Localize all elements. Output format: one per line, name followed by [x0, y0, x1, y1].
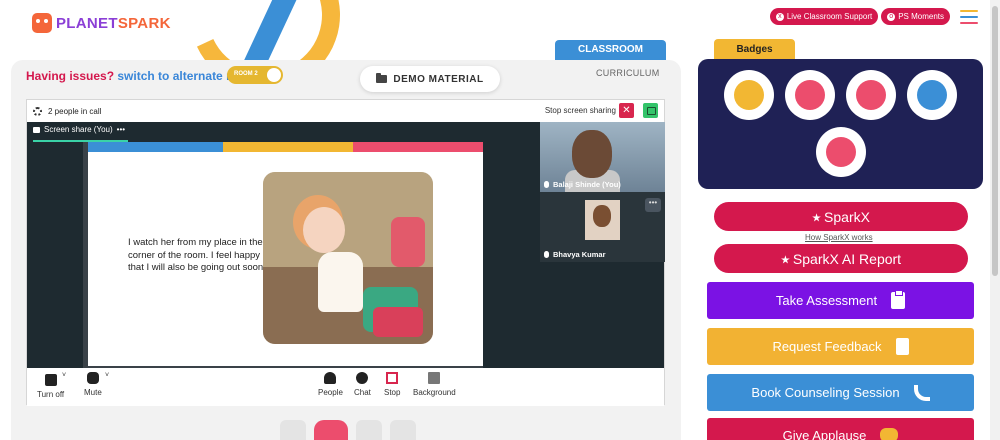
- hand-badge-icon[interactable]: [785, 70, 835, 120]
- clapping-hands-icon: [880, 428, 899, 440]
- pen-icon[interactable]: [356, 420, 382, 440]
- story-illustration: [263, 172, 433, 344]
- trophy-badge-icon[interactable]: [724, 70, 774, 120]
- power-icon[interactable]: [314, 420, 348, 440]
- call-stage: Screen share (You) ••• I watch her from …: [27, 122, 665, 368]
- star-icon: [812, 213, 821, 222]
- clipboard-icon: [891, 290, 906, 309]
- badges-title: Badges: [714, 39, 795, 61]
- room-toggle[interactable]: ROOM 2: [227, 66, 283, 84]
- star-icon: [781, 255, 790, 264]
- face-badge-icon[interactable]: [816, 127, 866, 177]
- fullscreen-icon[interactable]: [280, 420, 306, 440]
- people-button[interactable]: People: [318, 372, 343, 397]
- participant-tile[interactable]: Balaji Shinde (You): [540, 122, 665, 192]
- slide-text: I watch her from my place in the corner …: [128, 237, 266, 273]
- gear-icon[interactable]: [33, 106, 42, 116]
- request-feedback-button[interactable]: Request Feedback: [707, 328, 974, 365]
- people-count: 2 people in call: [48, 106, 102, 116]
- mic-icon: [86, 372, 99, 384]
- how-sparkx-link[interactable]: How SparkX works: [805, 233, 873, 242]
- stop-sharing-label: Stop screen sharing: [544, 106, 616, 115]
- background-button[interactable]: Background: [413, 372, 456, 397]
- camera-button[interactable]: Turn off: [37, 372, 64, 399]
- avatar: [585, 200, 620, 240]
- badges-panel: [698, 59, 983, 189]
- mute-button[interactable]: Mute: [84, 372, 102, 397]
- bottom-toolbar: [280, 420, 416, 440]
- stop-sharing-close-button[interactable]: ✕: [619, 103, 634, 118]
- video-call-window: 2 people in call Stop screen sharing ✕ S…: [26, 99, 665, 406]
- camera-options-caret[interactable]: ˅: [62, 372, 66, 379]
- call-controls: Turn off ˅ Mute ˅ People Chat Stop Backg…: [27, 368, 664, 406]
- book-counseling-button[interactable]: Book Counseling Session: [707, 374, 974, 411]
- mic-options-caret[interactable]: ˅: [105, 372, 109, 379]
- scrollbar-thumb[interactable]: [992, 6, 998, 276]
- mic-icon: [544, 181, 549, 188]
- background-icon: [428, 372, 441, 384]
- give-applause-button[interactable]: Give Applause: [707, 418, 974, 440]
- demo-material-button[interactable]: DEMO MATERIAL: [360, 66, 500, 92]
- robot-logo-icon: [32, 13, 52, 33]
- more-options-icon[interactable]: •••: [117, 125, 125, 134]
- people-icon: [324, 372, 337, 384]
- header-actions: x Live Classroom Support o PS Moments: [769, 8, 950, 25]
- story-slide: I watch her from my place in the corner …: [88, 142, 483, 366]
- shared-screen: I watch her from my place in the corner …: [83, 142, 483, 368]
- planetspark-logo[interactable]: PLANETSPARK: [32, 13, 171, 33]
- toggle-knob: [267, 68, 281, 82]
- issues-text: Having issues? switch to alternate room: [26, 69, 257, 83]
- mic-icon: [544, 251, 549, 258]
- meditation-badge-icon[interactable]: [846, 70, 896, 120]
- logo-text: PLANETSPARK: [56, 14, 171, 32]
- moments-icon: o: [887, 12, 896, 21]
- support-icon: x: [775, 12, 784, 21]
- participant-tile[interactable]: ••• Bhavya Kumar: [540, 192, 665, 262]
- sparkx-button[interactable]: SparkX: [714, 202, 968, 231]
- stop-share-button[interactable]: Stop: [384, 372, 400, 397]
- folder-icon: [376, 73, 388, 83]
- chat-button[interactable]: Chat: [354, 372, 371, 397]
- hamburger-menu-icon[interactable]: [960, 10, 978, 24]
- sparkx-ai-report-button[interactable]: SparkX AI Report: [714, 244, 968, 273]
- take-assessment-button[interactable]: Take Assessment: [707, 282, 974, 319]
- chat-icon: [356, 372, 369, 384]
- palette-icon[interactable]: [390, 420, 416, 440]
- screen-share-icon[interactable]: [643, 103, 658, 118]
- document-icon: [895, 338, 909, 355]
- stop-share-icon: [386, 372, 399, 384]
- screen-share-tab[interactable]: Screen share (You) •••: [33, 125, 125, 134]
- camera-icon: [44, 374, 57, 386]
- more-options-icon[interactable]: •••: [645, 198, 661, 212]
- phone-icon: [913, 384, 930, 401]
- avatar: [572, 130, 612, 178]
- ps-moments-button[interactable]: o PS Moments: [881, 8, 950, 25]
- app-root: PLANETSPARK x Live Classroom Support o PS …: [0, 0, 1000, 440]
- tab-classroom[interactable]: CLASSROOM: [555, 40, 666, 60]
- tab-curriculum[interactable]: CURRICULUM: [596, 68, 660, 78]
- live-support-button[interactable]: x Live Classroom Support: [769, 8, 879, 25]
- bulb-badge-icon[interactable]: [907, 70, 957, 120]
- monitor-icon: [33, 126, 40, 133]
